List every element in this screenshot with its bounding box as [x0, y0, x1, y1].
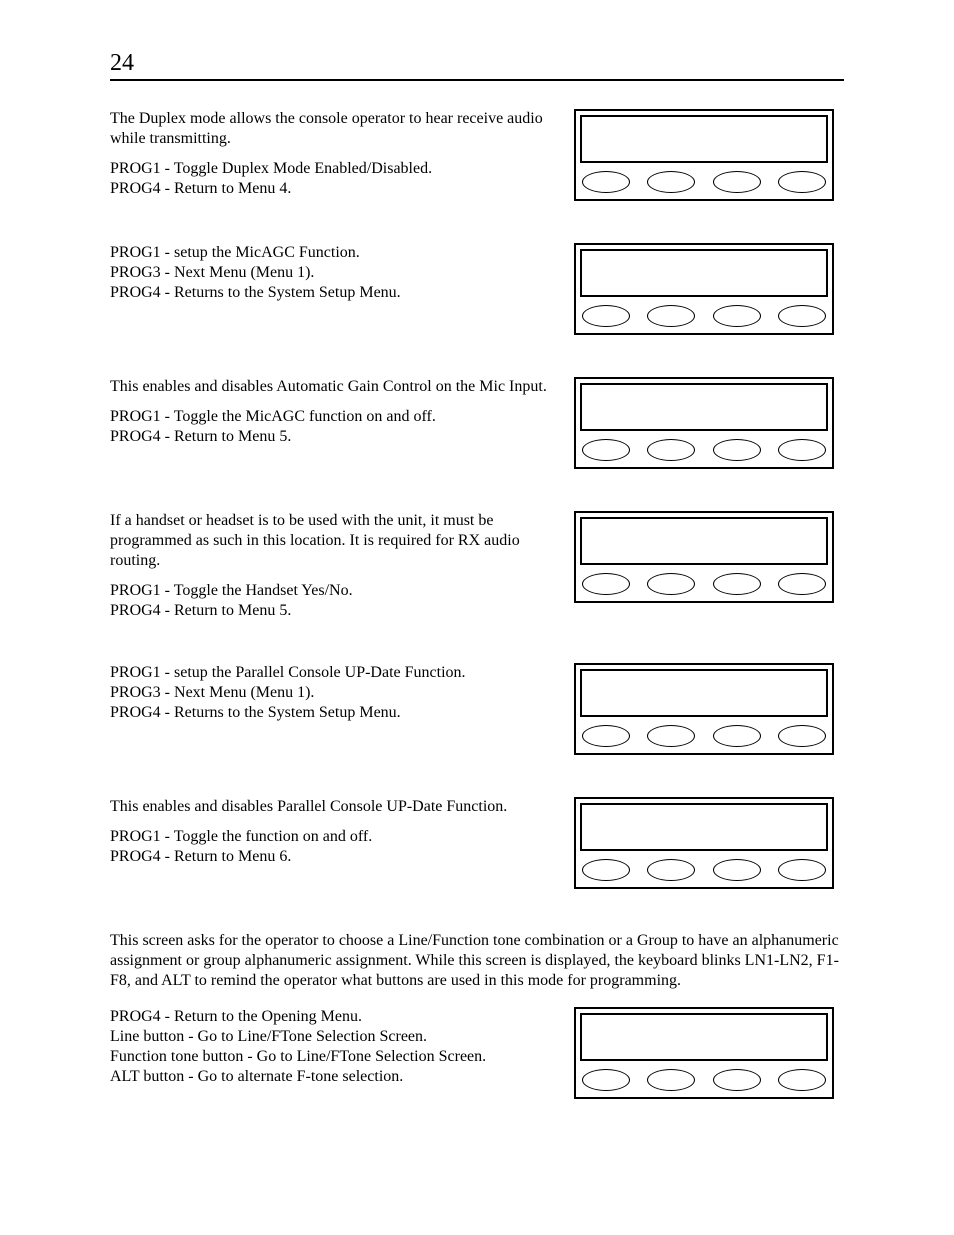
prog-line: PROG1 - Toggle the Handset Yes/No.	[110, 581, 554, 601]
console-panel	[574, 1007, 834, 1099]
panel-screen	[580, 383, 828, 431]
page-number: 24	[110, 50, 844, 81]
panel-button	[713, 305, 761, 327]
section-text: This enables and disables Parallel Conso…	[110, 797, 574, 867]
prog-line: PROG4 - Return to Menu 5.	[110, 601, 554, 621]
panel-button	[778, 439, 826, 461]
panel-button	[778, 725, 826, 747]
panel-button	[647, 573, 695, 595]
panel-button	[713, 439, 761, 461]
panel-button	[778, 573, 826, 595]
section-text: If a handset or headset is to be used wi…	[110, 511, 574, 621]
panel-button	[647, 439, 695, 461]
prog-line: PROG4 - Return to Menu 4.	[110, 179, 554, 199]
console-panel	[574, 663, 834, 755]
section: PROG1 - setup the MicAGC Function. PROG3…	[110, 243, 844, 335]
console-panel	[574, 109, 834, 201]
panel-button	[713, 171, 761, 193]
section-text: PROG4 - Return to the Opening Menu. Line…	[110, 1007, 574, 1087]
prog-line: Line button - Go to Line/FTone Selection…	[110, 1027, 554, 1047]
panel-button	[713, 1069, 761, 1091]
prog-line: PROG4 - Return to Menu 6.	[110, 847, 554, 867]
panel-button	[713, 725, 761, 747]
panel-screen	[580, 669, 828, 717]
prog-line: PROG1 - setup the Parallel Console UP-Da…	[110, 663, 554, 683]
section-text: PROG1 - setup the MicAGC Function. PROG3…	[110, 243, 574, 303]
panel-button	[713, 859, 761, 881]
panel-button	[582, 573, 630, 595]
panel-button	[582, 1069, 630, 1091]
console-panel	[574, 511, 834, 603]
section-text: This enables and disables Automatic Gain…	[110, 377, 574, 447]
console-panel	[574, 377, 834, 469]
prog-line: PROG3 - Next Menu (Menu 1).	[110, 263, 554, 283]
section: This enables and disables Automatic Gain…	[110, 377, 844, 469]
panel-screen	[580, 1013, 828, 1061]
console-panel	[574, 797, 834, 889]
panel-button	[582, 439, 630, 461]
prog-line: PROG1 - setup the MicAGC Function.	[110, 243, 554, 263]
panel-screen	[580, 517, 828, 565]
panel-screen	[580, 115, 828, 163]
prog-line: PROG4 - Returns to the System Setup Menu…	[110, 703, 554, 723]
section-intro: This enables and disables Automatic Gain…	[110, 377, 554, 397]
prog-line: Function tone button - Go to Line/FTone …	[110, 1047, 554, 1067]
panel-button	[582, 859, 630, 881]
panel-button	[778, 859, 826, 881]
prog-line: PROG3 - Next Menu (Menu 1).	[110, 683, 554, 703]
section: PROG4 - Return to the Opening Menu. Line…	[110, 1007, 844, 1099]
section: This enables and disables Parallel Conso…	[110, 797, 844, 889]
prog-line: PROG1 - Toggle the MicAGC function on an…	[110, 407, 554, 427]
panel-button	[778, 171, 826, 193]
prog-line: PROG1 - Toggle the function on and off.	[110, 827, 554, 847]
panel-button	[647, 859, 695, 881]
section-intro: If a handset or headset is to be used wi…	[110, 511, 554, 571]
document-page: 24 The Duplex mode allows the console op…	[0, 0, 954, 1235]
section-intro: This enables and disables Parallel Conso…	[110, 797, 554, 817]
panel-button	[582, 305, 630, 327]
panel-button	[778, 1069, 826, 1091]
section: PROG1 - setup the Parallel Console UP-Da…	[110, 663, 844, 755]
prog-line: PROG4 - Return to Menu 5.	[110, 427, 554, 447]
panel-button	[647, 305, 695, 327]
panel-button	[582, 725, 630, 747]
section-text: The Duplex mode allows the console opera…	[110, 109, 574, 199]
prog-line: ALT button - Go to alternate F-tone sele…	[110, 1067, 554, 1087]
section: If a handset or headset is to be used wi…	[110, 511, 844, 621]
section-intro: The Duplex mode allows the console opera…	[110, 109, 554, 149]
body-paragraph: This screen asks for the operator to cho…	[110, 931, 844, 991]
panel-button	[713, 573, 761, 595]
section: The Duplex mode allows the console opera…	[110, 109, 844, 201]
console-panel	[574, 243, 834, 335]
panel-button	[647, 1069, 695, 1091]
panel-button	[582, 171, 630, 193]
panel-button	[778, 305, 826, 327]
panel-screen	[580, 249, 828, 297]
prog-line: PROG1 - Toggle Duplex Mode Enabled/Disab…	[110, 159, 554, 179]
section-text: PROG1 - setup the Parallel Console UP-Da…	[110, 663, 574, 723]
prog-line: PROG4 - Return to the Opening Menu.	[110, 1007, 554, 1027]
panel-screen	[580, 803, 828, 851]
prog-line: PROG4 - Returns to the System Setup Menu…	[110, 283, 554, 303]
panel-button	[647, 725, 695, 747]
panel-button	[647, 171, 695, 193]
